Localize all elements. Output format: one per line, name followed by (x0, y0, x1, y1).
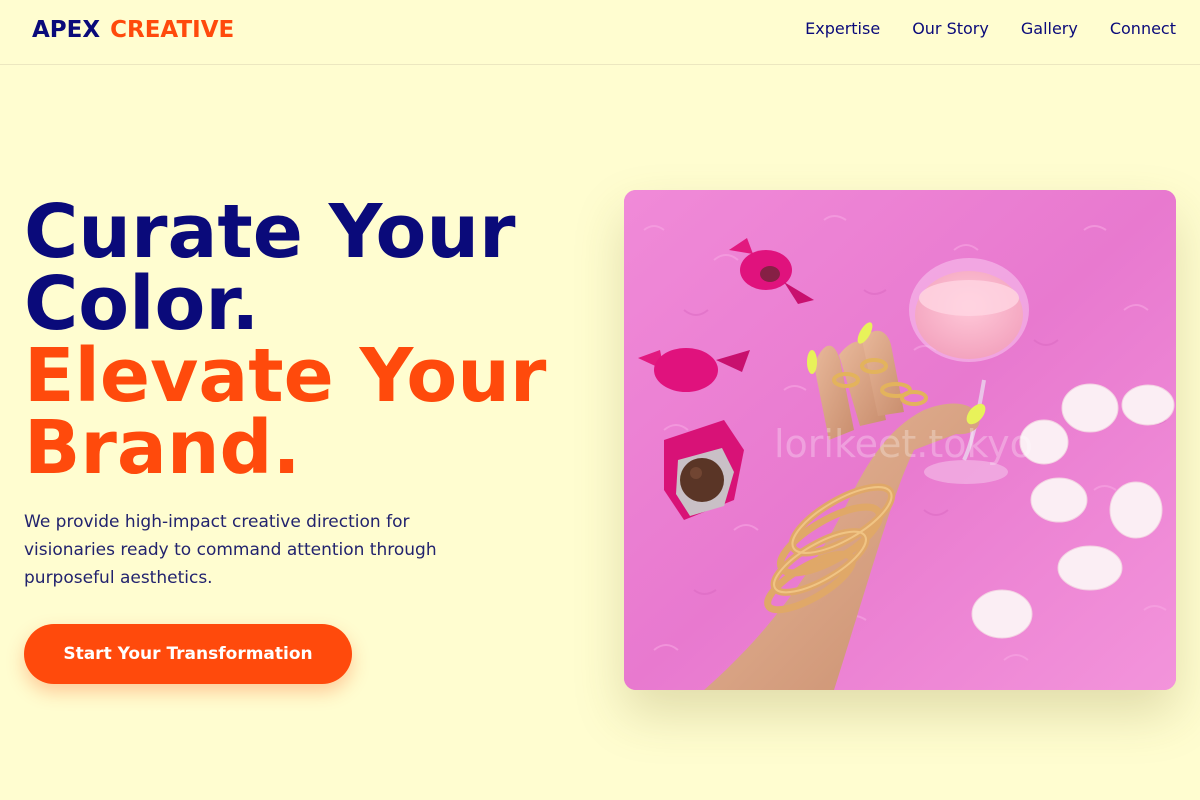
start-transformation-button[interactable]: Start Your Transformation (24, 624, 352, 684)
hero-title-line-3: Elevate Your (24, 333, 547, 419)
brand-name-secondary: CREATIVE (110, 17, 235, 43)
hero-title: Curate Your Color. Elevate Your Brand. (24, 189, 604, 491)
brand-logo[interactable]: APEX CREATIVE (32, 17, 234, 43)
main-nav: Expertise Our Story Gallery Connect (805, 19, 1176, 38)
image-watermark: lorikeet.tokyo (774, 422, 1033, 466)
nav-link-connect[interactable]: Connect (1110, 19, 1176, 38)
hero-title-line-4: Brand. (24, 405, 301, 491)
nav-link-expertise[interactable]: Expertise (805, 19, 880, 38)
nav-link-gallery[interactable]: Gallery (1021, 19, 1078, 38)
hero-title-line-1: Curate Your (24, 189, 516, 275)
hero-image: lorikeet.tokyo (624, 190, 1176, 690)
hero-title-line-2: Color. (24, 261, 260, 347)
hero-description: We provide high-impact creative directio… (24, 512, 437, 588)
site-header: APEX CREATIVE Expertise Our Story Galler… (0, 0, 1200, 65)
nav-link-our-story[interactable]: Our Story (912, 19, 989, 38)
brand-name-primary: APEX (32, 17, 101, 43)
